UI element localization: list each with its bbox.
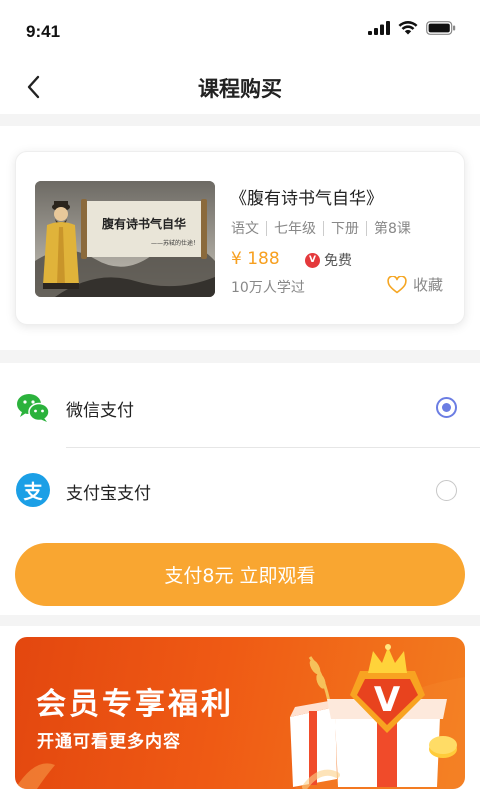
tag-subject: 语文 xyxy=(231,221,259,237)
status-time: 9:41 xyxy=(26,22,61,41)
status-icons xyxy=(368,21,456,35)
payment-label-alipay: 支付宝支付 xyxy=(66,484,151,504)
favorite-button[interactable]: 收藏 xyxy=(387,274,443,295)
gift-box-crown-icon: V xyxy=(290,644,457,789)
payment-label-wechat: 微信支付 xyxy=(66,401,134,421)
tag-lesson: 第8课 xyxy=(374,221,411,237)
tag-grade: 七年级 xyxy=(274,221,316,237)
radio-alipay[interactable] xyxy=(436,480,457,501)
course-thumbnail-art: 腹有诗书气自华 ——苏轼的仕途！ xyxy=(35,181,215,297)
tag-divider xyxy=(366,220,367,236)
thumbnail-title: 腹有诗书气自华 xyxy=(102,216,186,231)
course-title: 《腹有诗书气自华》 xyxy=(230,189,383,209)
pay-now-button[interactable]: 支付8元 立即观看 xyxy=(15,543,465,606)
wechat-icon xyxy=(17,394,50,422)
payment-divider xyxy=(66,447,480,448)
payment-section: 微信支付 支 支付宝支付 支付8元 立即观看 xyxy=(0,363,480,615)
promo-title: 会员专享福利 xyxy=(36,687,234,722)
tag-divider xyxy=(266,220,267,236)
vip-free-label: 免费 xyxy=(324,253,352,269)
vip-promo-banner[interactable]: 会员专享福利 开通可看更多内容 V xyxy=(15,637,465,789)
promo-crown-letter: V xyxy=(374,680,401,720)
course-price: ¥ 188 xyxy=(231,249,280,269)
page-title: 课程购买 xyxy=(198,77,282,101)
promo-subtitle: 开通可看更多内容 xyxy=(37,732,181,752)
nav-bar: 课程购买 xyxy=(0,60,480,114)
cellular-signal-icon xyxy=(368,21,390,35)
course-section: 腹有诗书气自华 ——苏轼的仕途！ 《腹有诗书气自华》 语文 七年级 下册 第8课… xyxy=(0,126,480,350)
vip-free-badge: V 免费 xyxy=(305,250,352,270)
promo-section: 会员专享福利 开通可看更多内容 V xyxy=(0,626,480,800)
heart-icon xyxy=(387,275,407,293)
tag-volume: 下册 xyxy=(331,221,359,237)
radio-wechat-selected[interactable] xyxy=(436,397,457,418)
favorite-label: 收藏 xyxy=(413,276,444,294)
payment-option-wechat[interactable]: 微信支付 xyxy=(0,367,480,447)
tag-divider xyxy=(323,220,324,236)
alipay-icon: 支 xyxy=(16,473,50,507)
battery-icon xyxy=(426,21,456,35)
payment-option-alipay[interactable]: 支 支付宝支付 xyxy=(0,451,480,531)
course-tags: 语文 七年级 下册 第8课 xyxy=(231,218,411,238)
thumbnail-subtitle: ——苏轼的仕途！ xyxy=(151,239,199,247)
vip-icon: V xyxy=(305,252,320,268)
course-thumbnail[interactable]: 腹有诗书气自华 ——苏轼的仕途！ xyxy=(35,181,215,297)
learner-count: 10万人学过 xyxy=(231,280,305,296)
course-card[interactable]: 腹有诗书气自华 ——苏轼的仕途！ 《腹有诗书气自华》 语文 七年级 下册 第8课… xyxy=(15,151,465,325)
status-bar: 9:41 xyxy=(0,0,480,60)
wifi-icon xyxy=(398,21,418,35)
